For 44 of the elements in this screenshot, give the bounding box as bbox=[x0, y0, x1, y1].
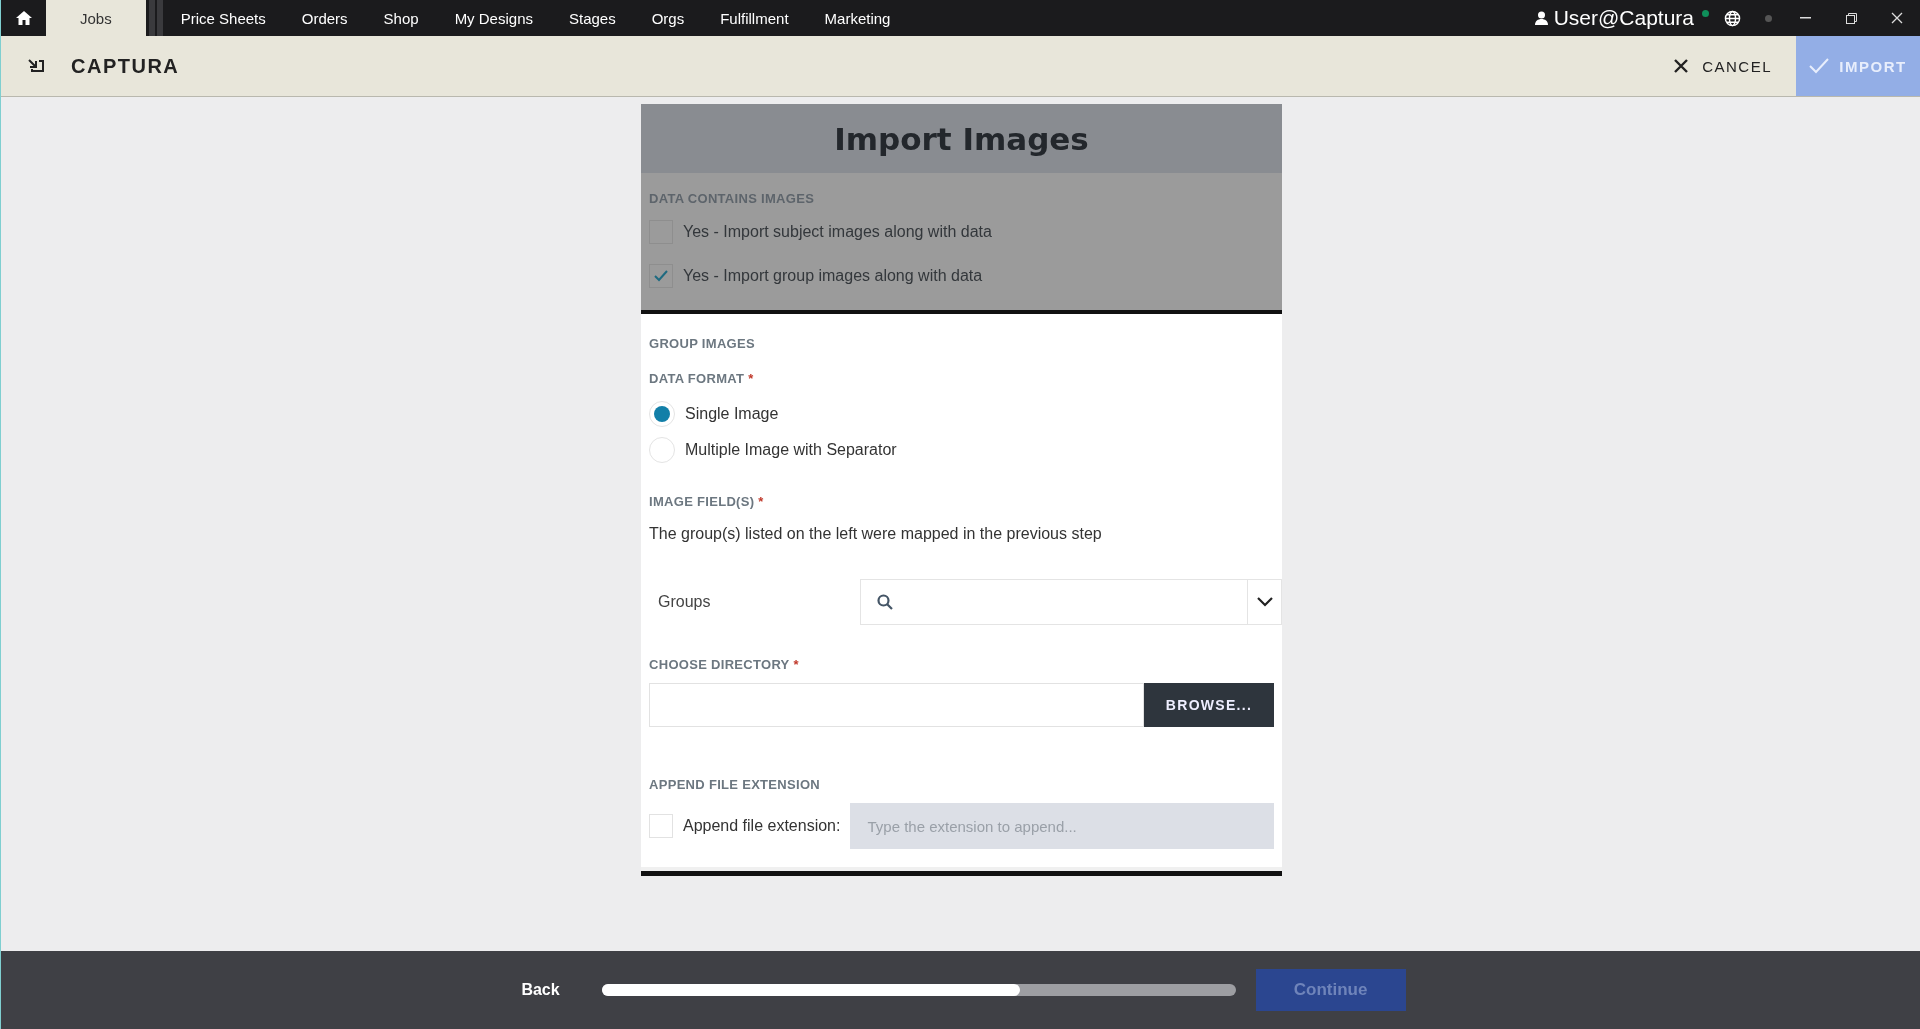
close-icon bbox=[1891, 12, 1903, 24]
groups-select[interactable] bbox=[860, 579, 1282, 625]
user-icon bbox=[1534, 11, 1548, 25]
checkbox[interactable] bbox=[649, 264, 673, 288]
nav-tab[interactable]: Orgs bbox=[633, 0, 703, 36]
import-icon bbox=[27, 58, 45, 74]
nav-tab[interactable]: Fulfillment bbox=[702, 0, 807, 36]
section-heading: APPEND FILE EXTENSION bbox=[649, 777, 821, 792]
search-icon bbox=[877, 594, 893, 610]
close-icon bbox=[1674, 59, 1689, 73]
field-label: DATA FORMAT * bbox=[649, 371, 755, 386]
nav-tab[interactable]: Jobs bbox=[46, 0, 146, 36]
user-name[interactable]: User@Captura bbox=[1553, 6, 1694, 30]
checkbox-label: Append file extension: bbox=[683, 817, 841, 835]
home-icon bbox=[14, 10, 33, 26]
extension-field[interactable]: Type the extension to append... bbox=[850, 803, 1274, 849]
check-icon bbox=[654, 270, 668, 282]
nav-tab[interactable]: Price Sheets bbox=[162, 0, 284, 36]
checkbox-label: Yes - Import group images along with data bbox=[683, 267, 983, 285]
cancel-button[interactable]: CANCEL bbox=[1668, 36, 1778, 96]
radio-label: Multiple Image with Separator bbox=[685, 441, 897, 459]
browse-button[interactable]: BROWSE... bbox=[1144, 683, 1274, 727]
nav-tab[interactable]: Stages bbox=[551, 0, 634, 36]
field-label: Groups bbox=[657, 593, 712, 611]
section-heading: DATA CONTAINS IMAGES bbox=[649, 191, 816, 206]
help-text: The group(s) listed on the left were mapped in the previous step bbox=[649, 525, 1103, 543]
field-label: IMAGE FIELD(S) * bbox=[649, 494, 765, 509]
status-dot bbox=[1765, 14, 1772, 22]
dialog-title: Import Images bbox=[834, 120, 1089, 157]
nav-tab[interactable]: My Designs bbox=[436, 0, 551, 36]
field-label: CHOOSE DIRECTORY * bbox=[649, 657, 800, 672]
checkbox-label: Yes - Import subject images along with data bbox=[683, 223, 992, 241]
back-button[interactable]: Back bbox=[515, 980, 566, 1000]
radio-label: Single Image bbox=[685, 405, 779, 423]
section-heading: GROUP IMAGES bbox=[649, 336, 756, 351]
minimize-icon bbox=[1799, 17, 1811, 19]
check-icon bbox=[1809, 58, 1830, 74]
nav-tab[interactable]: Shop bbox=[365, 0, 437, 36]
status-dot bbox=[1702, 9, 1709, 17]
nav-tab[interactable]: Marketing bbox=[806, 0, 909, 36]
directory-field[interactable] bbox=[649, 683, 1144, 727]
restore-icon bbox=[1845, 12, 1857, 24]
app-title: CAPTURA bbox=[71, 54, 180, 78]
nav-tab[interactable]: Orders bbox=[283, 0, 366, 36]
